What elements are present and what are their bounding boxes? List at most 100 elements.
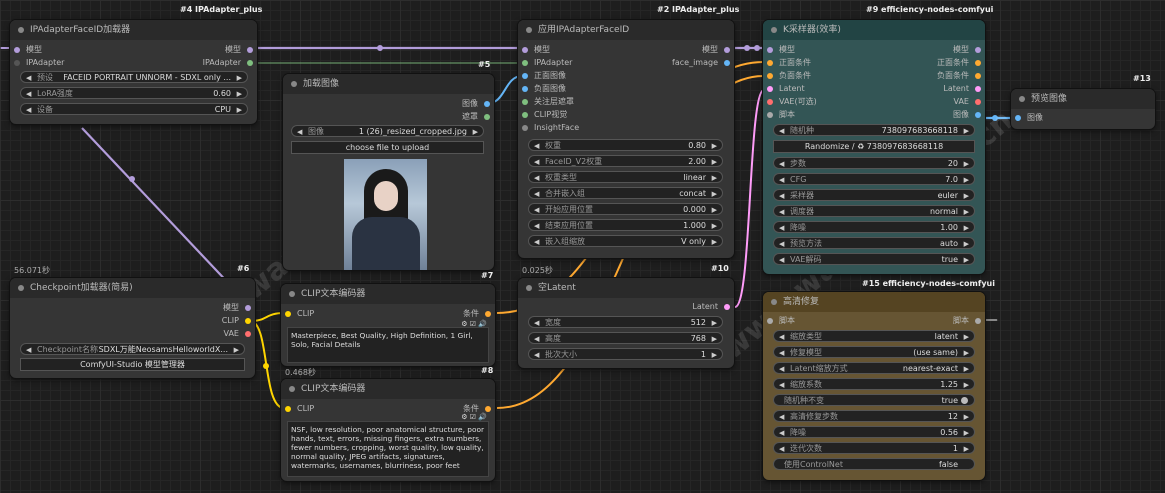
widget-preset[interactable]: ◀ 预设 FACEID PORTRAIT UNNORM - SDXL only ..… (20, 71, 248, 83)
output-script[interactable]: 脚本 (953, 315, 981, 327)
arrow-right-icon[interactable]: ▶ (712, 317, 717, 327)
output-model[interactable]: 模型 (953, 44, 981, 56)
node-title[interactable]: CLIP文本编码器 (281, 284, 495, 304)
widget-vae-decode[interactable]: ◀ VAE解码 true ▶ (773, 253, 975, 265)
node-title[interactable]: 空Latent (518, 278, 734, 298)
arrow-left-icon[interactable]: ◀ (26, 344, 31, 354)
slot-dot-icon[interactable] (975, 99, 981, 105)
widget-iterations[interactable]: ◀ 迭代次数 1 ▶ (773, 442, 975, 454)
arrow-right-icon[interactable]: ▶ (964, 174, 969, 184)
output-model[interactable]: 模型 (223, 302, 251, 314)
widget-use-controlnet-toggle[interactable]: 使用ControlNet false (773, 458, 975, 470)
node-title[interactable]: 预览图像 (1011, 89, 1155, 109)
node-title[interactable]: K采样器(效率) (763, 20, 985, 40)
arrow-right-icon[interactable]: ▶ (964, 363, 969, 373)
arrow-left-icon[interactable]: ◀ (534, 188, 539, 198)
arrow-right-icon[interactable]: ▶ (712, 349, 717, 359)
slot-dot-icon[interactable] (247, 60, 253, 66)
output-positive[interactable]: 正面条件 (937, 57, 981, 69)
slot-dot-icon[interactable] (522, 60, 528, 66)
arrow-right-icon[interactable]: ▶ (712, 333, 717, 343)
arrow-left-icon[interactable]: ◀ (779, 427, 784, 437)
node-preview-image[interactable]: 预览图像 图像 (1011, 89, 1155, 129)
widget-hires-model[interactable]: ◀ 修复模型 (use same) ▶ (773, 346, 975, 358)
arrow-right-icon[interactable]: ▶ (964, 427, 969, 437)
input-model[interactable]: 模型 (14, 44, 42, 56)
arrow-right-icon[interactable]: ▶ (964, 254, 969, 264)
slot-dot-icon[interactable] (975, 318, 981, 324)
arrow-left-icon[interactable]: ◀ (26, 88, 31, 98)
arrow-right-icon[interactable]: ▶ (964, 411, 969, 421)
slot-dot-icon[interactable] (975, 60, 981, 66)
widget-latent-upscaler[interactable]: ◀ Latent缩放方式 nearest-exact ▶ (773, 362, 975, 374)
prompt-textarea[interactable]: Masterpiece, Best Quality, High Definiti… (287, 327, 489, 363)
arrow-right-icon[interactable]: ▶ (964, 238, 969, 248)
node-empty-latent[interactable]: 空Latent Latent ◀ 宽度 512 ▶ ◀ 高度 768 ▶ ◀ 批次大小 1 ▶ (518, 278, 734, 368)
widget-batch-size[interactable]: ◀ 批次大小 1 ▶ (528, 348, 723, 360)
model-manager-button[interactable]: ComfyUI-Studio 模型管理器 (20, 358, 245, 371)
arrow-right-icon[interactable]: ▶ (964, 331, 969, 341)
arrow-left-icon[interactable]: ◀ (779, 158, 784, 168)
widget-faceid-v2-weight[interactable]: ◀ FaceID_V2权重 2.00 ▶ (528, 155, 723, 167)
arrow-right-icon[interactable]: ▶ (964, 125, 969, 135)
widget-weight[interactable]: ◀ 权重 0.80 ▶ (528, 139, 723, 151)
arrow-right-icon[interactable]: ▶ (712, 140, 717, 150)
arrow-left-icon[interactable]: ◀ (297, 126, 302, 136)
output-model[interactable]: 模型 (225, 44, 253, 56)
arrow-right-icon[interactable]: ▶ (964, 206, 969, 216)
input-clip-vision[interactable]: CLIP视觉 (522, 109, 567, 121)
arrow-left-icon[interactable]: ◀ (534, 172, 539, 182)
output-vae[interactable]: VAE (954, 96, 981, 108)
node-load-image[interactable]: 加载图像 图像 遮罩 ◀ 图像 1 (26)_resized_cropped.jpg… (283, 74, 494, 270)
node-title[interactable]: Checkpoint加载器(简易) (10, 278, 255, 298)
slot-dot-icon[interactable] (522, 99, 528, 105)
arrow-right-icon[interactable]: ▶ (964, 158, 969, 168)
slot-dot-icon[interactable] (247, 47, 253, 53)
node-title[interactable]: 加载图像 (283, 74, 494, 94)
node-ipadapter-faceid-loader[interactable]: IPAdapterFaceID加载器 模型 模型 IPAdapter IPAda… (10, 20, 257, 124)
node-clip-text-encode-negative[interactable]: CLIP文本编码器 CLIP 条件 ⚙ ☑ 🔊 NSF, low resolut… (281, 379, 495, 481)
arrow-left-icon[interactable]: ◀ (534, 156, 539, 166)
node-title[interactable]: CLIP文本编码器 (281, 379, 495, 399)
node-title[interactable]: 应用IPAdapterFaceID (518, 20, 734, 40)
slot-dot-icon[interactable] (724, 60, 730, 66)
slot-dot-icon[interactable] (245, 305, 251, 311)
input-clip[interactable]: CLIP (285, 308, 314, 320)
arrow-left-icon[interactable]: ◀ (779, 206, 784, 216)
arrow-left-icon[interactable]: ◀ (779, 174, 784, 184)
node-title[interactable]: 高清修复 (763, 292, 985, 312)
arrow-left-icon[interactable]: ◀ (779, 363, 784, 373)
slot-dot-icon[interactable] (484, 114, 490, 120)
widget-denoise[interactable]: ◀ 降噪 0.56 ▶ (773, 426, 975, 438)
arrow-right-icon[interactable]: ▶ (237, 72, 242, 82)
slot-dot-icon[interactable] (724, 304, 730, 310)
slot-dot-icon[interactable] (522, 86, 528, 92)
input-negative[interactable]: 负面条件 (767, 70, 811, 82)
slot-dot-icon[interactable] (975, 73, 981, 79)
slot-dot-icon[interactable] (245, 331, 251, 337)
input-negative-image[interactable]: 负面图像 (522, 83, 566, 95)
widget-cfg[interactable]: ◀ CFG 7.0 ▶ (773, 173, 975, 185)
slot-dot-icon[interactable] (975, 112, 981, 118)
widget-upscale-type[interactable]: ◀ 缩放类型 latent ▶ (773, 330, 975, 342)
output-latent[interactable]: Latent (692, 301, 730, 313)
arrow-left-icon[interactable]: ◀ (779, 347, 784, 357)
arrow-right-icon[interactable]: ▶ (964, 379, 969, 389)
widget-seed[interactable]: ◀ 随机种 738097683668118 ▶ (773, 124, 975, 136)
input-ipadapter[interactable]: IPAdapter (14, 57, 64, 69)
slot-dot-icon[interactable] (522, 125, 528, 131)
arrow-left-icon[interactable]: ◀ (779, 125, 784, 135)
arrow-right-icon[interactable]: ▶ (712, 188, 717, 198)
node-hires-fix[interactable]: 高清修复 脚本 脚本 ◀ 缩放类型 latent ▶ ◀ 修复模型 (use same) ▶… (763, 292, 985, 480)
widget-image-select[interactable]: ◀ 图像 1 (26)_resized_cropped.jpg ▶ (291, 125, 484, 137)
slot-dot-icon[interactable] (767, 318, 773, 324)
slot-dot-icon[interactable] (485, 406, 491, 412)
slot-dot-icon[interactable] (767, 73, 773, 79)
output-ipadapter[interactable]: IPAdapter (203, 57, 253, 69)
input-latent[interactable]: Latent (767, 83, 805, 95)
output-mask[interactable]: 遮罩 (462, 111, 490, 123)
arrow-right-icon[interactable]: ▶ (964, 222, 969, 232)
widget-steps[interactable]: ◀ 步数 20 ▶ (773, 157, 975, 169)
upload-button[interactable]: choose file to upload (291, 141, 484, 154)
output-latent[interactable]: Latent (943, 83, 981, 95)
